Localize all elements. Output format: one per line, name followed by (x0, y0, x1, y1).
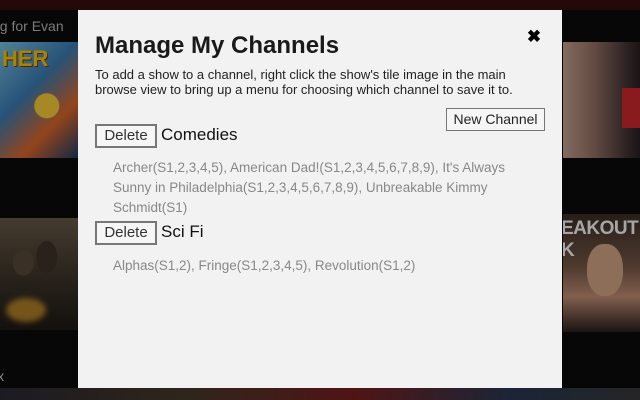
channel-name: Comedies (161, 125, 238, 144)
delete-channel-button[interactable]: Delete (95, 124, 157, 148)
channel-sci-fi: Delete Sci Fi Alphas(S1,2), Fringe(S1,2,… (95, 221, 550, 273)
channel-header: Delete Comedies (95, 124, 550, 148)
channel-show-list: Archer(S1,2,3,4,5), American Dad!(S1,2,3… (113, 160, 506, 215)
channel-show-list: Alphas(S1,2), Fringe(S1,2,3,4,5), Revolu… (113, 258, 416, 273)
close-icon[interactable]: ✖ (526, 28, 542, 46)
manage-channels-dialog: ✖ Manage My Channels To add a show to a … (78, 10, 562, 388)
dialog-description: To add a show to a channel, right click … (95, 67, 513, 97)
channel-name: Sci Fi (161, 222, 204, 241)
delete-channel-button[interactable]: Delete (95, 221, 157, 245)
channel-comedies: Delete Comedies Archer(S1,2,3,4,5), Amer… (95, 124, 550, 215)
channel-header: Delete Sci Fi (95, 221, 550, 245)
dialog-title: Manage My Channels (95, 32, 340, 59)
